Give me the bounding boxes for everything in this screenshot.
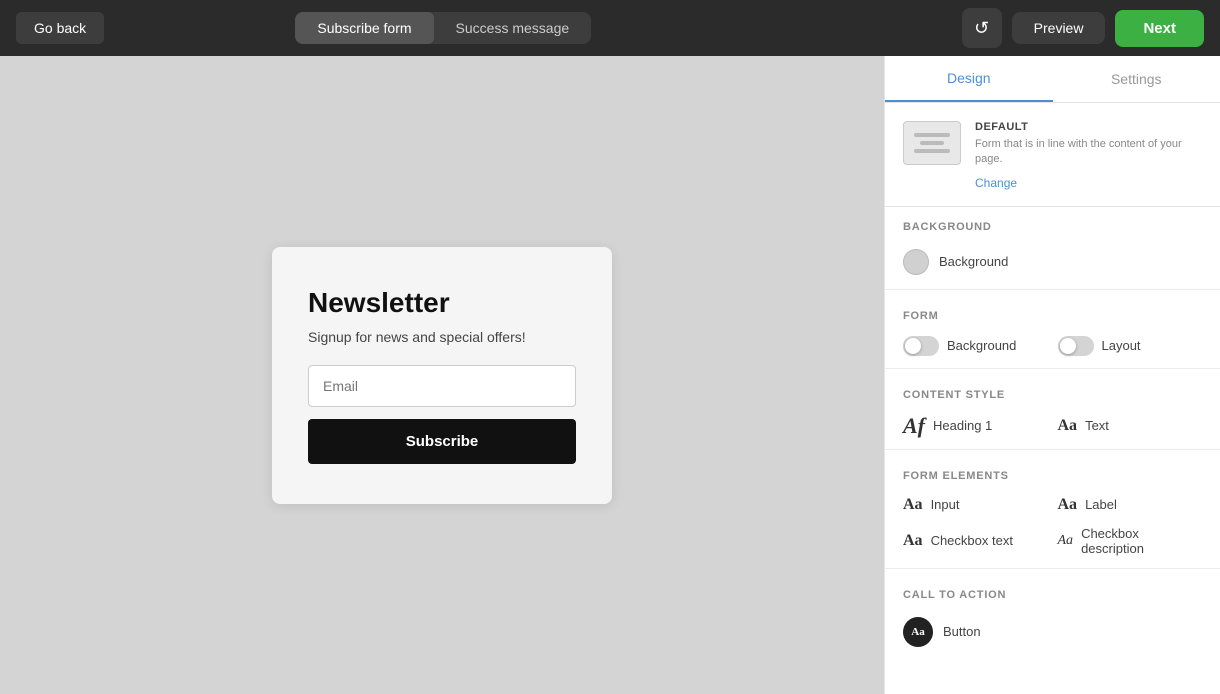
tab-subscribe-form[interactable]: Subscribe form (295, 12, 433, 44)
newsletter-title: Newsletter (308, 287, 576, 319)
subscribe-button[interactable]: Subscribe (308, 419, 576, 464)
newsletter-subtitle: Signup for news and special offers! (308, 329, 576, 345)
next-button[interactable]: Next (1115, 10, 1204, 47)
checkbox-text-col: Aa Checkbox text (903, 526, 1048, 556)
form-elements-row-1: Aa Input Aa Label (885, 490, 1220, 520)
topbar-right: ↺ Preview Next (962, 8, 1204, 48)
heading-type-icon: Af (903, 415, 925, 437)
preview-button[interactable]: Preview (1012, 12, 1106, 44)
change-link[interactable]: Change (975, 176, 1017, 190)
form-layout-label: Layout (1102, 338, 1203, 353)
form-background-label: Background (947, 338, 1048, 353)
right-panel: Design Settings DEFAULT Form that is in … (884, 56, 1220, 694)
content-style-row: Af Heading 1 Aa Text (885, 409, 1220, 443)
form-elements-row-2: Aa Checkbox text Aa Checkbox description (885, 520, 1220, 562)
checkbox-desc-col: Aa Checkbox description (1058, 526, 1203, 556)
heading-col: Af Heading 1 (903, 415, 1048, 437)
label-col: Aa Label (1058, 496, 1203, 514)
form-elements-section-header: FORM ELEMENTS (885, 456, 1220, 490)
background-section-header: BACKGROUND (885, 207, 1220, 241)
history-button[interactable]: ↺ (962, 8, 1002, 48)
text-label: Text (1085, 418, 1202, 433)
canvas-area: Newsletter Signup for news and special o… (0, 56, 884, 694)
divider-2 (885, 368, 1220, 369)
form-background-toggle[interactable] (903, 336, 939, 356)
panel-tabs: Design Settings (885, 56, 1220, 103)
preview-line-3 (914, 149, 949, 153)
divider-1 (885, 289, 1220, 290)
cta-row: Aa Button (885, 609, 1220, 655)
form-section-header: FORM (885, 296, 1220, 330)
divider-4 (885, 568, 1220, 569)
tab-success-message[interactable]: Success message (434, 12, 592, 44)
go-back-button[interactable]: Go back (16, 12, 104, 44)
form-background-col: Background (903, 336, 1048, 356)
checkbox-text-label: Checkbox text (931, 533, 1048, 548)
checkbox-desc-type-icon: Aa (1058, 533, 1074, 549)
input-label: Input (931, 497, 1048, 512)
background-row: Background (885, 241, 1220, 283)
preview-line-1 (914, 133, 949, 137)
cta-section-header: CALL TO ACTION (885, 575, 1220, 609)
default-section: DEFAULT Form that is in line with the co… (885, 103, 1220, 207)
history-icon: ↺ (974, 18, 989, 39)
divider-3 (885, 449, 1220, 450)
newsletter-card: Newsletter Signup for news and special o… (272, 247, 612, 504)
input-type-icon: Aa (903, 496, 923, 514)
form-layout-toggle[interactable] (1058, 336, 1094, 356)
input-col: Aa Input (903, 496, 1048, 514)
content-style-section-header: CONTENT STYLE (885, 375, 1220, 409)
button-label: Button (943, 624, 1202, 639)
panel-tab-settings[interactable]: Settings (1053, 56, 1220, 102)
form-row: Background Layout (885, 330, 1220, 362)
default-label: DEFAULT (975, 121, 1202, 133)
main-layout: Newsletter Signup for news and special o… (0, 56, 1220, 694)
heading-label: Heading 1 (933, 418, 1048, 433)
text-col: Aa Text (1058, 415, 1203, 437)
checkbox-text-type-icon: Aa (903, 532, 923, 550)
text-type-icon: Aa (1058, 417, 1078, 435)
checkbox-desc-label: Checkbox description (1081, 526, 1202, 556)
form-layout-col: Layout (1058, 336, 1203, 356)
label-type-icon: Aa (1058, 496, 1078, 514)
default-preview-icon (903, 121, 961, 165)
cta-avatar: Aa (903, 617, 933, 647)
default-description: Form that is in line with the content of… (975, 137, 1202, 168)
tab-group: Subscribe form Success message (295, 12, 591, 44)
background-color-swatch[interactable] (903, 249, 929, 275)
email-input[interactable] (308, 365, 576, 407)
panel-tab-design[interactable]: Design (885, 56, 1053, 102)
label-label: Label (1085, 497, 1202, 512)
background-label: Background (939, 254, 1202, 269)
preview-line-2 (920, 141, 944, 145)
default-info: DEFAULT Form that is in line with the co… (975, 121, 1202, 192)
topbar: Go back Subscribe form Success message ↺… (0, 0, 1220, 56)
